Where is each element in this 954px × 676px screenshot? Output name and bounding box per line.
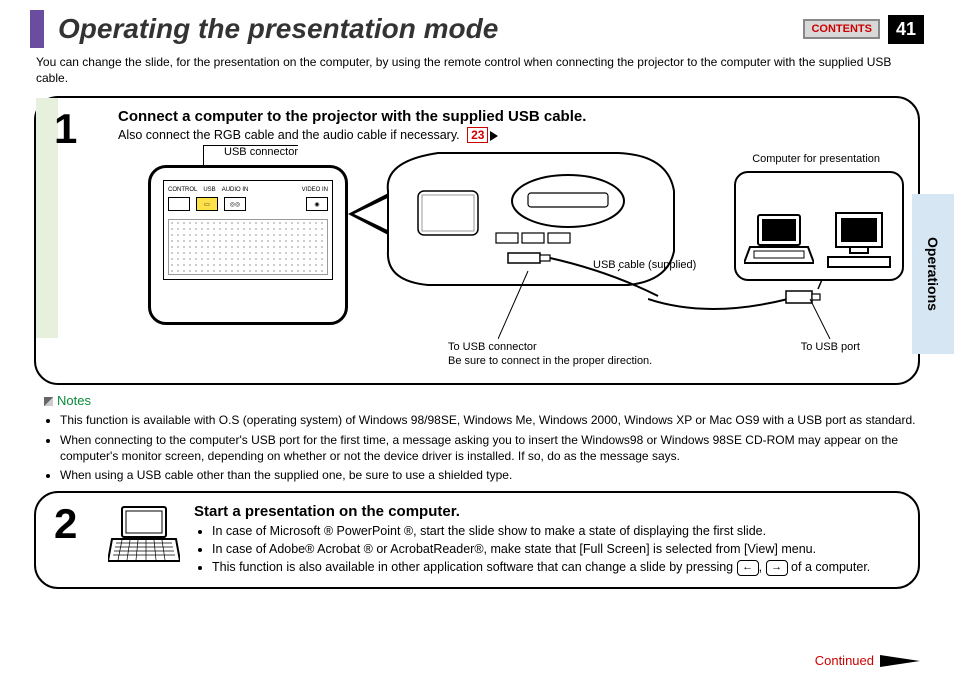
laptop-icon <box>108 503 180 567</box>
usb-connector-label: USB connector <box>203 145 298 158</box>
continued-label: Continued <box>815 653 874 668</box>
port-usb-label: USB <box>203 187 215 193</box>
proper-direction-label: Be sure to connect in the proper directi… <box>448 355 652 367</box>
step-1-block: 1 Connect a computer to the projector wi… <box>34 96 920 385</box>
port-audio-label: AUDIO IN <box>222 187 249 193</box>
step-2-title: Start a presentation on the computer. <box>194 503 900 520</box>
continued-arrow-icon <box>880 655 920 667</box>
page-number: 41 <box>888 15 924 44</box>
panel-callout: CONTROL USB AUDIO IN VIDEO IN ▭ ◎◎ <box>148 165 348 325</box>
bullet-text-b: , <box>759 560 766 574</box>
port-video-label: VIDEO IN <box>302 187 328 193</box>
right-arrow-key-icon: → <box>766 560 788 576</box>
header-row: Operating the presentation mode CONTENTS… <box>30 10 924 48</box>
notes-heading: Notes <box>44 393 924 408</box>
notes-list: This function is available with O.S (ope… <box>30 412 924 483</box>
title-accent <box>30 10 44 48</box>
laptop-icon <box>744 211 814 271</box>
bullet-item: In case of Microsoft ® PowerPoint ®, sta… <box>212 522 900 540</box>
step-1-title: Connect a computer to the projector with… <box>118 108 900 125</box>
cable-icon <box>648 269 848 349</box>
section-tab: Operations <box>912 194 954 354</box>
audio-port-icon: ◎◎ <box>224 197 246 211</box>
computer-label: Computer for presentation <box>752 153 880 165</box>
step-1-subtitle-text: Also connect the RGB cable and the audio… <box>118 128 460 142</box>
control-port-icon <box>168 197 190 211</box>
bullet-text-c: of a computer. <box>791 560 870 574</box>
connection-diagram: USB connector CONTROL USB AUDIO IN VIDEO… <box>118 149 900 369</box>
usb-port-icon: ▭ <box>196 197 218 211</box>
step-1-number: 1 <box>54 108 104 150</box>
note-item: When using a USB cable other than the su… <box>60 467 924 483</box>
video-port-icon: ◉ <box>306 197 328 211</box>
contents-button[interactable]: CONTENTS <box>803 19 880 39</box>
intro-text: You can change the slide, for the presen… <box>36 54 918 86</box>
step-2-number: 2 <box>54 503 94 545</box>
speaker-grille-icon <box>168 219 328 275</box>
continued-indicator: Continued <box>815 653 920 668</box>
note-item: When connecting to the computer's USB po… <box>60 432 924 464</box>
bullet-item: This function is also available in other… <box>212 558 900 576</box>
usb-connector-text: USB connector <box>224 146 298 158</box>
page-title: Operating the presentation mode <box>58 13 803 45</box>
left-arrow-key-icon: ← <box>737 560 759 576</box>
note-item: This function is available with O.S (ope… <box>60 412 924 428</box>
to-usb-port-label: To USB port <box>801 341 860 353</box>
usb-cable-label: USB cable (supplied) <box>593 259 696 271</box>
projector-icon <box>378 141 678 301</box>
ref-arrow-icon <box>490 131 498 141</box>
step-2-bullets: In case of Microsoft ® PowerPoint ®, sta… <box>194 522 900 576</box>
step-2-block: 2 Start a presentation on the computer. … <box>34 491 920 588</box>
to-usb-connector-label: To USB connector <box>448 341 537 353</box>
port-control-label: CONTROL <box>168 187 197 193</box>
desktop-icon <box>824 211 894 271</box>
section-tab-label: Operations <box>925 237 941 311</box>
computer-box <box>734 171 904 281</box>
bullet-item: In case of Adobe® Acrobat ® or AcrobatRe… <box>212 540 900 558</box>
bullet-text-a: This function is also available in other… <box>212 560 737 574</box>
